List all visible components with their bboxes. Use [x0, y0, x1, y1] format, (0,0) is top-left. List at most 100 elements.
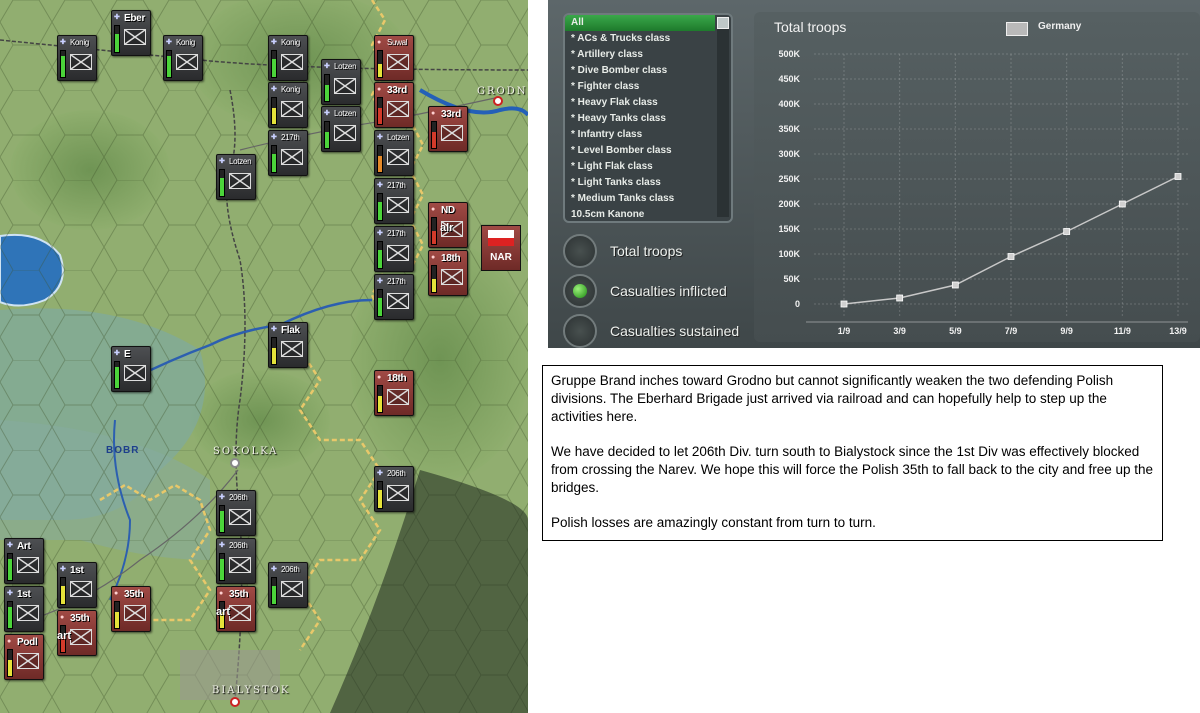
german-unit-counter[interactable]: ✚ E [111, 346, 151, 392]
german-unit-counter[interactable]: ✚ Konig [57, 35, 97, 81]
unit-label: 35th [70, 613, 90, 624]
german-unit-counter[interactable]: ✚ Lotzen [216, 154, 256, 200]
data-point [1174, 173, 1182, 180]
unit-type-symbol [229, 605, 251, 621]
x-tick-label: 5/9 [949, 326, 962, 336]
german-unit-counter[interactable]: ✚ 1st [57, 562, 97, 608]
class-list-item[interactable]: All [565, 15, 715, 31]
unit-type-symbol [334, 78, 356, 94]
unit-type-symbol [229, 173, 251, 189]
unit-label: 217th [387, 229, 406, 238]
unit-label: 18th [387, 373, 407, 384]
unit-strength-bar [271, 50, 277, 78]
unit-strength-bar [7, 553, 13, 581]
iron-cross-icon: ✚ [219, 158, 225, 165]
iron-cross-icon: ✚ [271, 326, 277, 333]
city-label-bialystok: BIALYSTOK [212, 685, 291, 696]
iron-cross-icon: ✚ [7, 542, 13, 549]
class-list-item[interactable]: * ACs & Trucks class [571, 31, 721, 47]
iron-cross-icon: ✚ [324, 63, 330, 70]
class-list-scroll-thumb[interactable] [717, 17, 729, 29]
unit-type-symbol [281, 581, 303, 597]
radio-total-troops-label: Total troops [610, 243, 683, 259]
city-marker-sokolka[interactable] [230, 458, 240, 468]
unit-type-symbol [70, 629, 92, 645]
data-point [840, 300, 848, 308]
german-unit-counter[interactable]: ✚ Konig [268, 35, 308, 81]
polish-unit-counter[interactable]: ● 35th [111, 586, 151, 632]
unit-type-symbol [387, 293, 409, 309]
unit-type-symbol [387, 485, 409, 501]
iron-cross-icon: ✚ [114, 350, 120, 357]
polish-unit-counter[interactable]: ● 33rd [428, 106, 468, 152]
unit-strength-bar [271, 145, 277, 173]
iron-cross-icon: ✚ [377, 182, 383, 189]
unit-strength-bar [324, 74, 330, 102]
data-point [1063, 228, 1071, 235]
unit-label: 206th [281, 565, 300, 574]
class-list-scrollbar[interactable] [717, 17, 729, 217]
polish-unit-counter[interactable]: ● Suwal [374, 35, 414, 81]
x-tick-label: 9/9 [1060, 326, 1073, 336]
polish-unit-counter[interactable]: ● Podl [4, 634, 44, 680]
german-unit-counter[interactable]: ✚ Lotzen [374, 130, 414, 176]
unit-strength-bar [7, 649, 13, 677]
unit-sub-label: art [216, 606, 231, 618]
german-unit-counter[interactable]: ✚ 206th [268, 562, 308, 608]
unit-strength-bar [114, 25, 120, 53]
class-list-item[interactable]: * Heavy Tanks class [571, 111, 721, 127]
german-unit-counter[interactable]: ✚ 217th [374, 274, 414, 320]
unit-strength-bar [377, 289, 383, 317]
class-list-item[interactable]: * Level Bomber class [571, 143, 721, 159]
commentary-paragraph: We have decided to let 206th Div. turn s… [551, 444, 1154, 495]
unit-type-symbol [124, 605, 146, 621]
iron-cross-icon: ✚ [324, 110, 330, 117]
polish-marker-icon: ● [431, 254, 436, 261]
polish-unit-counter[interactable]: ● 33rd [374, 82, 414, 128]
class-list-item[interactable]: * Infantry class [571, 127, 721, 143]
unit-class-list[interactable]: All * ACs & Trucks class * Artillery class… [563, 13, 733, 223]
class-list-item[interactable]: * Light Flak class [571, 159, 721, 175]
german-unit-counter[interactable]: ✚ Konig [163, 35, 203, 81]
unit-strength-bar [377, 97, 383, 125]
class-list-item[interactable]: * Dive Bomber class [571, 63, 721, 79]
unit-type-symbol [387, 101, 409, 117]
german-unit-counter[interactable]: ✚ Lotzen [321, 59, 361, 105]
unit-strength-bar [377, 193, 383, 221]
german-unit-counter[interactable]: ✚ Flak [268, 322, 308, 368]
unit-type-symbol [124, 29, 146, 45]
unit-type-symbol [124, 365, 146, 381]
german-unit-counter[interactable]: ✚ 206th [216, 490, 256, 536]
strategy-map[interactable]: GRODN SOKOLKA BIALYSTOK BOBR ✚ Konig ✚ Eber… [0, 0, 528, 713]
german-unit-counter[interactable]: ✚ 217th [268, 130, 308, 176]
german-unit-counter[interactable]: ✚ 206th [374, 466, 414, 512]
polish-nar-unit[interactable]: NAR [481, 225, 521, 271]
german-unit-counter[interactable]: ✚ Art [4, 538, 44, 584]
unit-strength-bar [377, 50, 383, 78]
german-unit-counter[interactable]: ✚ Lotzen [321, 106, 361, 152]
class-list-item[interactable]: * Fighter class [571, 79, 721, 95]
polish-unit-counter[interactable]: ● 18th [428, 250, 468, 296]
german-unit-counter[interactable]: ✚ 1st [4, 586, 44, 632]
radio-total-troops[interactable] [563, 234, 597, 268]
class-list-item[interactable]: * Artillery class [571, 47, 721, 63]
legend-label-germany: Germany [1038, 21, 1082, 32]
class-list-item[interactable]: * Medium Tanks class [571, 191, 721, 207]
city-marker-bialystok[interactable] [230, 697, 240, 707]
german-unit-counter[interactable]: ✚ 206th [216, 538, 256, 584]
radio-casualties-inflicted[interactable] [563, 274, 597, 308]
polish-unit-counter[interactable]: ● 18th [374, 370, 414, 416]
unit-strength-bar [271, 337, 277, 365]
german-unit-counter[interactable]: ✚ 217th [374, 226, 414, 272]
class-list-item[interactable]: * Heavy Flak class [571, 95, 721, 111]
city-marker-grodno[interactable] [493, 96, 503, 106]
y-tick-label: 350K [778, 124, 800, 134]
german-unit-counter[interactable]: ✚ Konig [268, 82, 308, 128]
unit-label: Podl [17, 637, 38, 648]
radio-casualties-sustained[interactable] [563, 314, 597, 348]
class-list-item[interactable]: 10.5cm Kanone [571, 207, 721, 221]
unit-label: ND [441, 205, 455, 216]
german-unit-counter[interactable]: ✚ Eber [111, 10, 151, 56]
german-unit-counter[interactable]: ✚ 217th [374, 178, 414, 224]
class-list-item[interactable]: * Light Tanks class [571, 175, 721, 191]
